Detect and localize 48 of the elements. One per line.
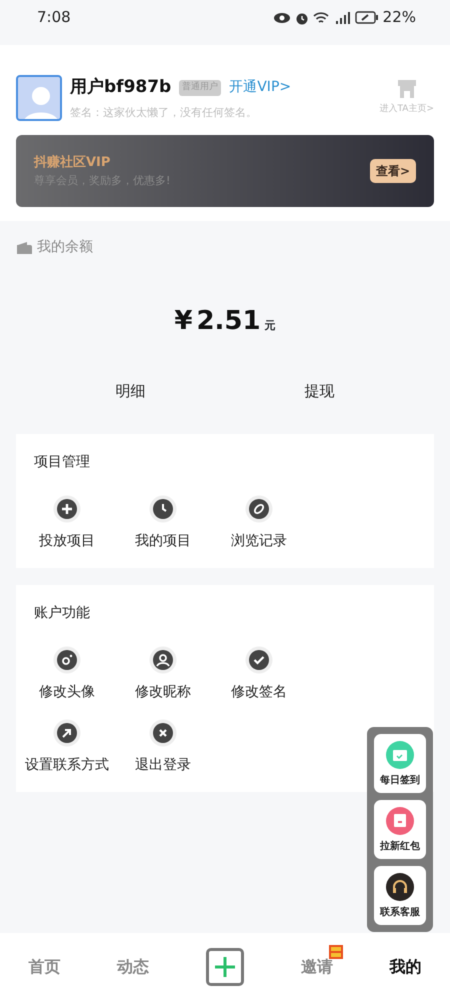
status-time: 7:08 [37, 7, 71, 28]
plus-icon [53, 494, 81, 522]
check-icon [245, 646, 273, 674]
menu-item[interactable]: 修改昵称 [115, 646, 211, 702]
menu-item[interactable]: 修改签名 [211, 646, 307, 702]
menu-item[interactable]: 设置联系方式 [19, 718, 115, 776]
balance-action[interactable]: 提现 [298, 379, 340, 404]
battery-level: 22% [382, 7, 416, 28]
balance-action[interactable]: 明细 [110, 379, 152, 404]
username: 用户bf987b [70, 76, 172, 99]
balance-title: 我的余额 [37, 238, 93, 257]
person-icon [149, 646, 177, 674]
floating-menu-item[interactable]: 联系客服 [374, 866, 426, 925]
menu-item[interactable]: 我的项目 [115, 494, 211, 552]
gift-icon [385, 806, 415, 836]
signature: 签名：这家伙太懒了，没有任何签名。 [70, 104, 258, 120]
camera-icon [53, 646, 81, 674]
floating-menu-item[interactable]: 每日签到 [374, 734, 426, 793]
headset-icon [385, 872, 415, 902]
nav-tab[interactable]: 首页 [28, 954, 60, 978]
vip-link[interactable]: 开通VIP> [229, 77, 292, 98]
store-icon [396, 79, 417, 100]
plus-icon [212, 954, 237, 978]
nav-tab[interactable]: 我的 [390, 954, 422, 978]
compass-icon [245, 494, 273, 522]
menu-item[interactable]: 退出登录 [115, 718, 211, 776]
floating-menu-item[interactable]: 拉新红包 [374, 800, 426, 859]
currency-symbol: ¥ [174, 305, 192, 338]
wallet-icon [16, 240, 33, 254]
vip-title: 抖赚社区VIP [34, 154, 112, 172]
section-title: 账户功能 [33, 604, 91, 622]
alarm-icon [294, 10, 309, 24]
menu-item[interactable]: 投放项目 [19, 494, 115, 552]
eye-icon [272, 12, 291, 24]
nav-tab[interactable]: 邀请 [300, 954, 333, 978]
clock-icon [149, 494, 177, 522]
menu-item[interactable]: 浏览记录 [211, 494, 307, 552]
close-icon [149, 718, 177, 746]
calendar-icon [385, 740, 415, 770]
add-button[interactable] [206, 948, 244, 986]
section-title: 项目管理 [33, 452, 91, 472]
currency-unit: 元 [264, 318, 276, 334]
battery-icon [354, 11, 379, 24]
wifi-icon [312, 10, 329, 24]
nav-tab[interactable]: 动态 [117, 954, 150, 978]
balance-amount: 2.51 [196, 305, 261, 338]
view-button[interactable]: 查看> [370, 159, 416, 183]
menu-item[interactable]: 修改头像 [19, 646, 115, 702]
